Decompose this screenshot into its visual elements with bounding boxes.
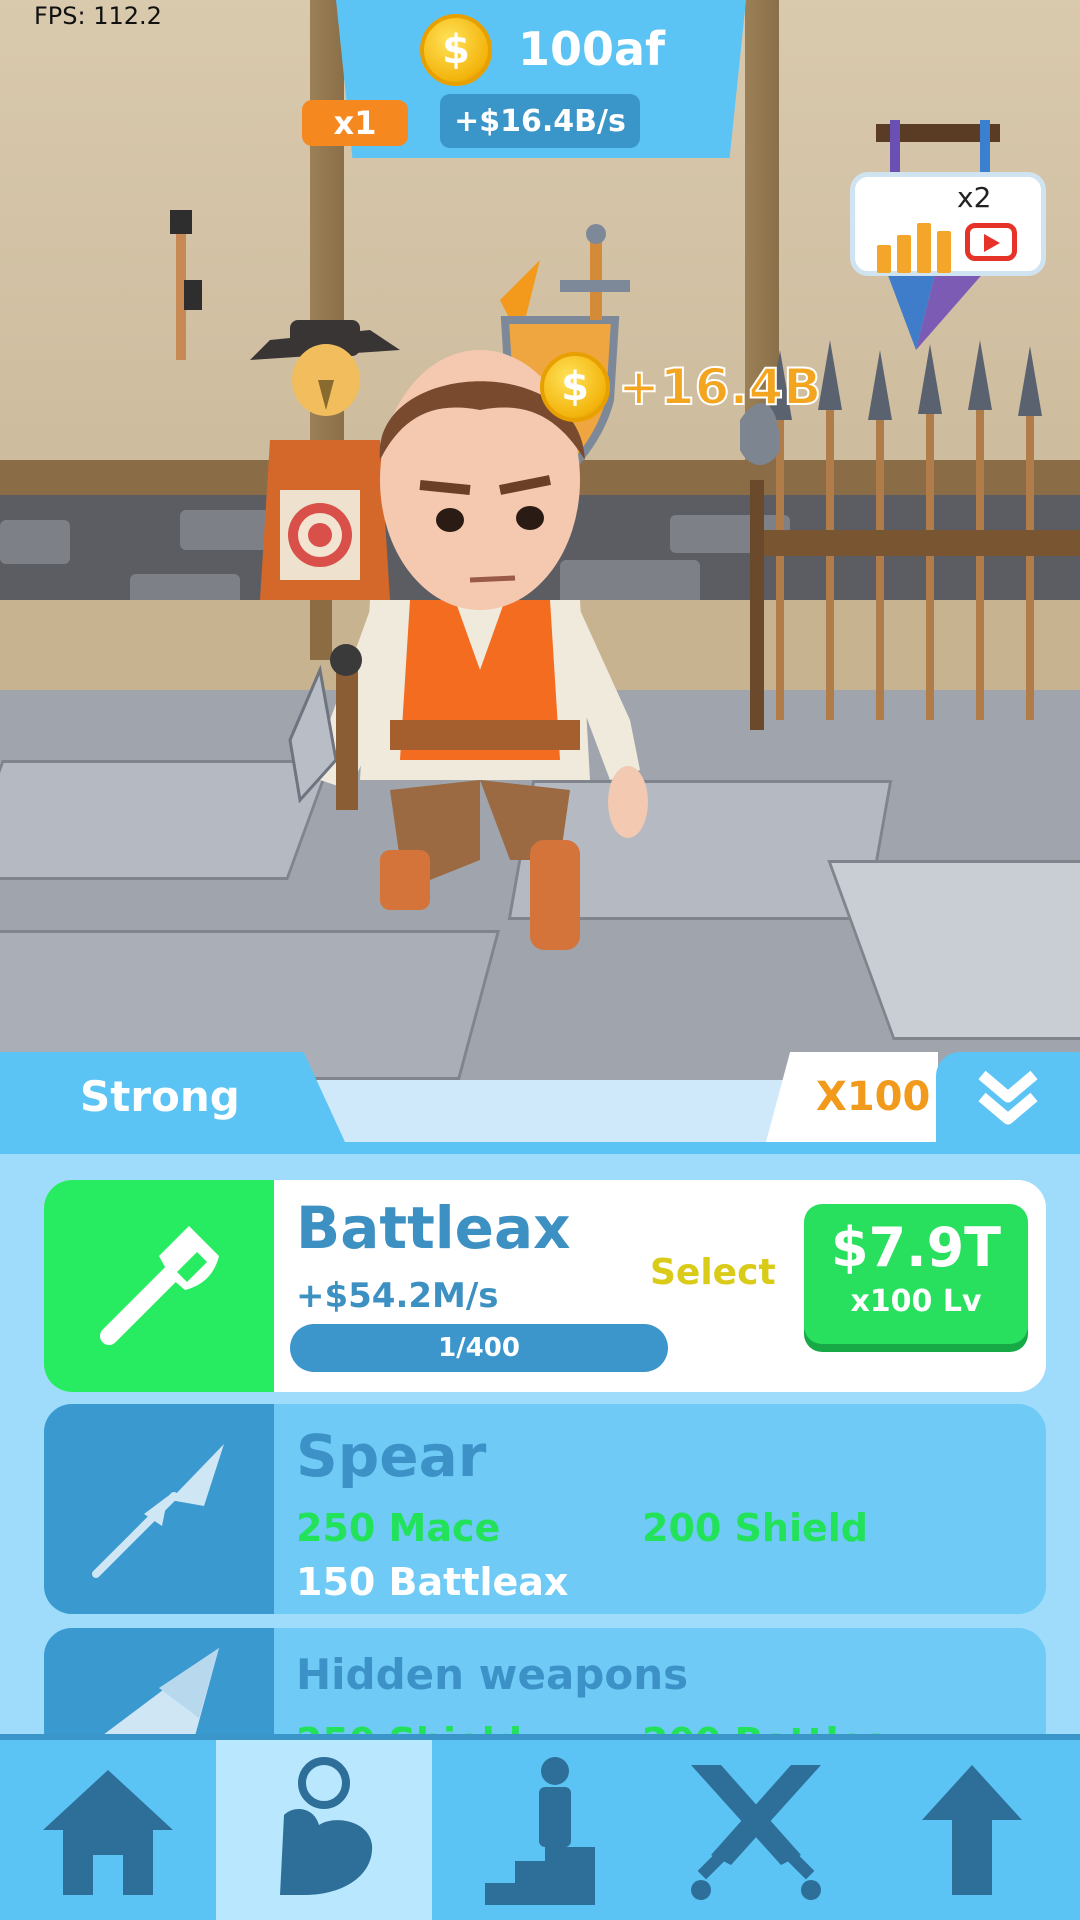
weapon-income-rate: +$54.2M/s (296, 1276, 499, 1316)
money-total: 100af (518, 22, 666, 76)
muscle-icon (280, 1757, 373, 1895)
weapon-card-battleax[interactable]: Battleax +$54.2M/s Select 1/400 $7.9T x1… (44, 1180, 1046, 1392)
video-play-icon (965, 223, 1017, 261)
nav-battle[interactable] (648, 1740, 864, 1920)
nav-rank[interactable] (432, 1740, 648, 1920)
weapon-name: Battleax (296, 1194, 571, 1262)
tab-strong-label: Strong (80, 1072, 240, 1121)
boost-label: x2 (957, 181, 992, 214)
floating-income: $ +16.4B (540, 352, 822, 422)
crossed-swords-icon (691, 1765, 821, 1900)
chevron-double-down-icon (978, 1070, 1038, 1125)
requirement-mace: 250 Mace (296, 1506, 501, 1550)
income-multiplier-badge[interactable]: x1 (302, 100, 408, 146)
arrow-up-icon (922, 1765, 1022, 1895)
floating-income-text: +16.4B (617, 357, 822, 417)
axe-icon (100, 1226, 219, 1345)
spear-icon (92, 1444, 224, 1578)
podium-icon (485, 1757, 595, 1905)
nav-strength[interactable] (216, 1740, 432, 1920)
nav-upgrade[interactable] (864, 1740, 1080, 1920)
collapse-panel-button[interactable] (936, 1052, 1080, 1142)
home-icon (43, 1770, 173, 1895)
tab-strong[interactable]: Strong (0, 1052, 345, 1142)
upgrade-level-step: x100 Lv (850, 1284, 982, 1319)
income-rate-badge: +$16.4B/s (440, 94, 640, 148)
upgrade-price: $7.9T (830, 1216, 1002, 1279)
bottom-nav (0, 1734, 1080, 1920)
buy-multiplier-label: X100 (816, 1074, 931, 1120)
coin-icon: $ (420, 14, 492, 86)
buy-upgrade-button[interactable]: $7.9T x100 Lv (804, 1204, 1028, 1344)
buy-multiplier-toggle[interactable]: X100 (766, 1052, 938, 1142)
weapon-level-progress: 1/400 (290, 1324, 668, 1372)
income-boost-ad-button[interactable]: x2 (850, 172, 1046, 276)
weapon-card-spear[interactable]: Spear 250 Mace 200 Shield 150 Battleax (44, 1404, 1046, 1614)
weapon-name: Spear (296, 1422, 487, 1490)
hero-character[interactable] (280, 340, 680, 960)
requirement-shield: 200 Shield (642, 1506, 868, 1550)
requirement-battleax: 150 Battleax (296, 1560, 569, 1604)
wall-torch (170, 210, 202, 360)
nav-home[interactable] (0, 1740, 216, 1920)
weapon-name: Hidden weapons (296, 1650, 689, 1699)
coin-icon: $ (540, 352, 610, 422)
fps-counter: FPS: 112.2 (34, 2, 162, 30)
select-weapon-button[interactable]: Select (650, 1252, 776, 1293)
